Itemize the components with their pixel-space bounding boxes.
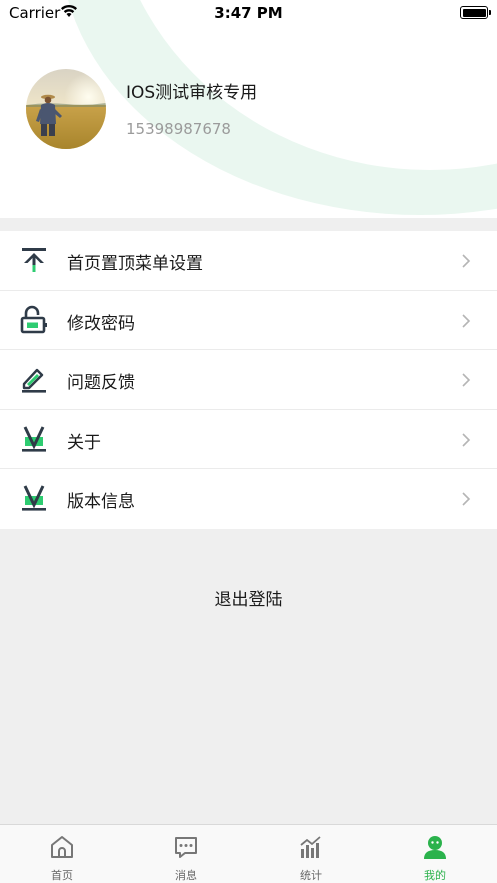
home-icon xyxy=(49,834,75,860)
tab-bar: 首页 消息 统计 我的 xyxy=(0,824,497,883)
version-v-icon xyxy=(19,483,49,513)
stats-icon xyxy=(298,834,324,860)
menu-item-pin-top[interactable]: 首页置顶菜单设置 xyxy=(0,231,497,291)
avatar[interactable] xyxy=(26,69,106,149)
status-bar: Carrier 3:47 PM xyxy=(0,0,497,26)
menu-item-version[interactable]: 版本信息 xyxy=(0,469,497,529)
chevron-right-icon xyxy=(461,372,471,388)
tab-label-home: 首页 xyxy=(51,869,73,882)
logout-button[interactable]: 退出登陆 xyxy=(0,585,497,610)
tab-messages[interactable]: 消息 xyxy=(124,825,248,883)
menu-item-feedback[interactable]: 问题反馈 xyxy=(0,350,497,410)
menu-label-pin-top: 首页置顶菜单设置 xyxy=(67,254,203,274)
profile-icon xyxy=(422,834,448,860)
clock: 3:47 PM xyxy=(214,4,283,22)
user-name: IOS测试审核专用 xyxy=(126,83,258,103)
menu-item-about[interactable]: 关于 xyxy=(0,410,497,469)
tab-home[interactable]: 首页 xyxy=(0,825,124,883)
chevron-right-icon xyxy=(461,253,471,269)
chevron-right-icon xyxy=(461,313,471,329)
menu-label-change-password: 修改密码 xyxy=(67,313,135,334)
edit-feedback-icon xyxy=(19,364,49,394)
settings-menu: 首页置顶菜单设置 修改密码 问题反馈 关于 版本信息 xyxy=(0,231,497,529)
battery-icon xyxy=(460,6,491,19)
menu-label-version: 版本信息 xyxy=(67,492,135,512)
chevron-right-icon xyxy=(461,491,471,507)
tab-label-profile: 我的 xyxy=(424,869,446,882)
user-phone: 15398987678 xyxy=(126,120,231,138)
tab-stats[interactable]: 统计 xyxy=(249,825,373,883)
message-icon xyxy=(173,834,199,860)
menu-label-about: 关于 xyxy=(67,432,101,453)
unlock-icon xyxy=(19,305,49,335)
tab-label-messages: 消息 xyxy=(175,869,197,882)
about-v-icon xyxy=(19,424,49,454)
tab-profile[interactable]: 我的 xyxy=(373,825,497,883)
pin-top-icon xyxy=(19,245,49,275)
menu-item-change-password[interactable]: 修改密码 xyxy=(0,291,497,350)
menu-label-feedback: 问题反馈 xyxy=(67,373,135,393)
tab-label-stats: 统计 xyxy=(300,869,322,882)
chevron-right-icon xyxy=(461,432,471,448)
